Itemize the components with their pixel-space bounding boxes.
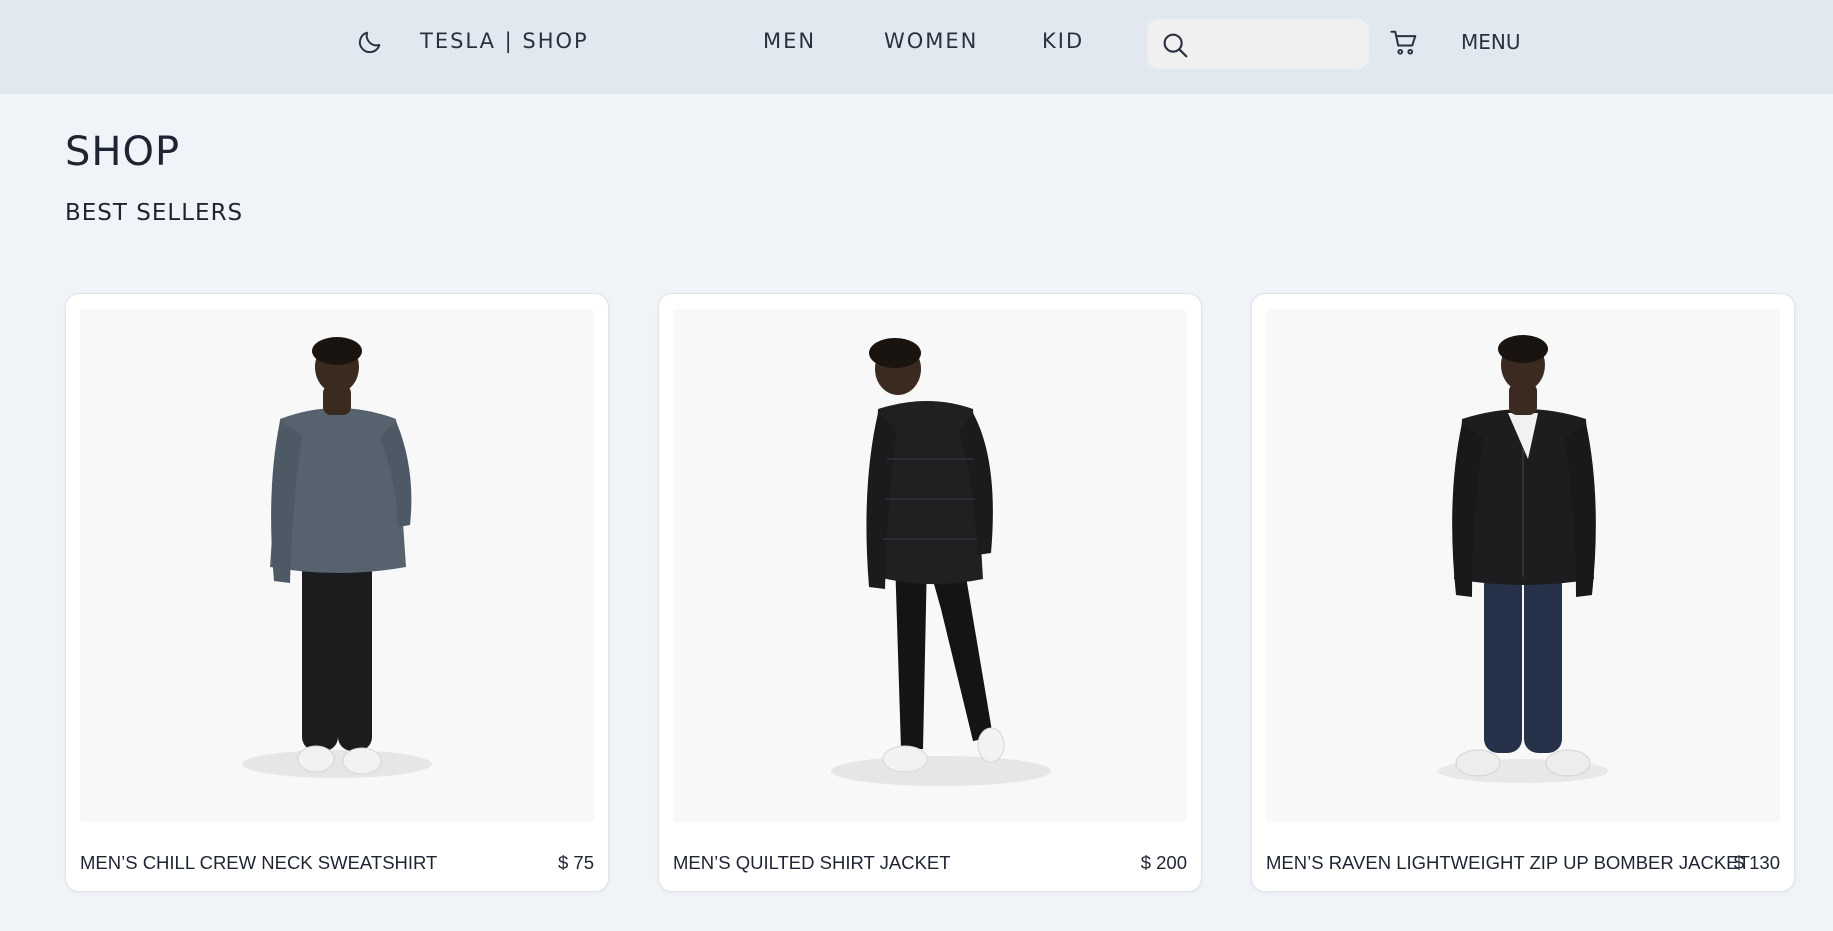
product-price: $ 200	[1140, 852, 1187, 873]
product-price: $ 75	[557, 852, 594, 873]
model-figure	[1438, 335, 1608, 783]
product-image[interactable]	[80, 309, 594, 822]
product-card[interactable]: MEN’S CHILL CREW NECK SWEATSHIRT $ 75	[65, 293, 609, 892]
section-title: BEST SELLERS	[65, 200, 244, 226]
search-input[interactable]	[1197, 27, 1357, 61]
product-price: $ 130	[1733, 852, 1780, 873]
nav-link-women[interactable]: WOMEN	[884, 29, 978, 53]
search-box	[1147, 19, 1369, 69]
product-image[interactable]	[1266, 309, 1780, 822]
nav-link-kid[interactable]: KID	[1042, 29, 1084, 53]
product-name[interactable]: MEN’S CHILL CREW NECK SWEATSHIRT	[80, 852, 437, 874]
moon-icon[interactable]	[356, 28, 384, 56]
page-title: SHOP	[65, 129, 181, 175]
nav-link-men[interactable]: MEN	[763, 29, 816, 53]
model-figure	[831, 338, 1051, 786]
cart-icon[interactable]	[1389, 28, 1419, 58]
top-navigation-bar: TESLA | SHOP MEN WOMEN KID MENU	[0, 0, 1833, 94]
product-card[interactable]: MEN’S RAVEN LIGHTWEIGHT ZIP UP BOMBER JA…	[1251, 293, 1795, 892]
product-card[interactable]: MEN’S QUILTED SHIRT JACKET $ 200	[658, 293, 1202, 892]
brand-logo-text[interactable]: TESLA | SHOP	[420, 29, 589, 53]
search-icon[interactable]	[1160, 30, 1190, 60]
product-image[interactable]	[673, 309, 1187, 822]
product-name[interactable]: MEN’S QUILTED SHIRT JACKET	[673, 852, 951, 874]
model-figure	[242, 337, 432, 778]
menu-button[interactable]: MENU	[1461, 30, 1521, 54]
product-name[interactable]: MEN’S RAVEN LIGHTWEIGHT ZIP UP BOMBER JA…	[1266, 852, 1750, 874]
